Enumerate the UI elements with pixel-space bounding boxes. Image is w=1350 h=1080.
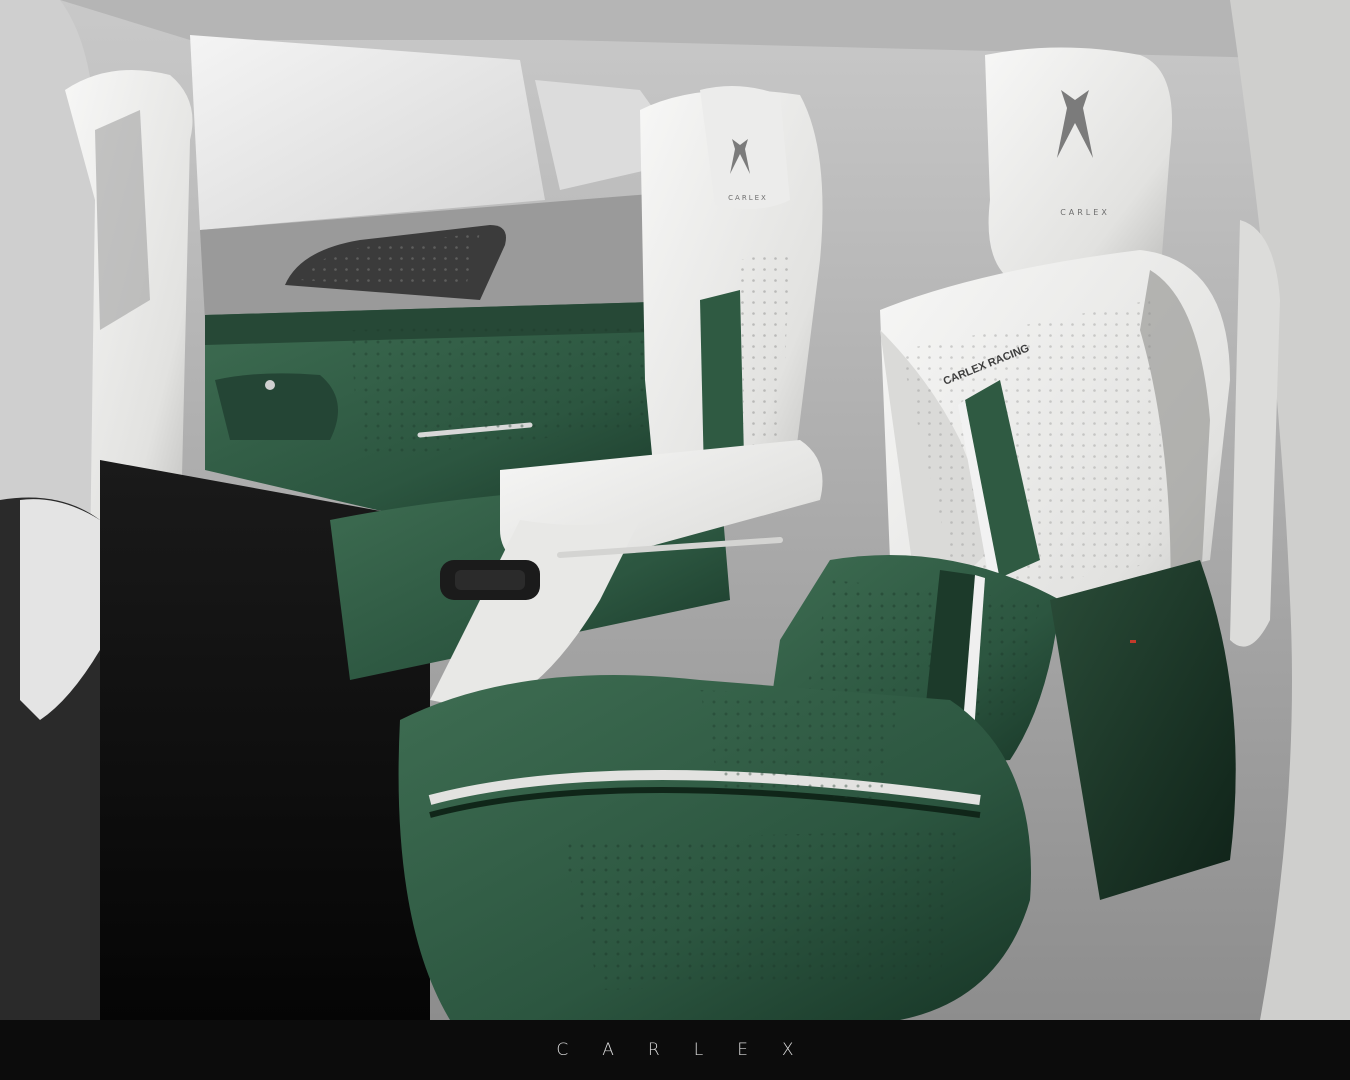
car-interior-photo: CARLEX CARLEX CARLEX RACING: [0, 0, 1350, 1020]
interior-illustration: CARLEX CARLEX CARLEX RACING: [0, 0, 1350, 1020]
door-handle-recess: [215, 373, 338, 440]
headrest-far-label: CARLEX: [728, 194, 768, 202]
side-window: [190, 35, 545, 230]
door-handle-icon: [265, 380, 275, 390]
brand-wordmark: CARLEX: [556, 1040, 828, 1060]
headrest-main-label: CARLEX: [1060, 208, 1110, 217]
footwell-light: [1130, 640, 1136, 643]
footer-bar: CARLEX: [0, 1020, 1350, 1080]
